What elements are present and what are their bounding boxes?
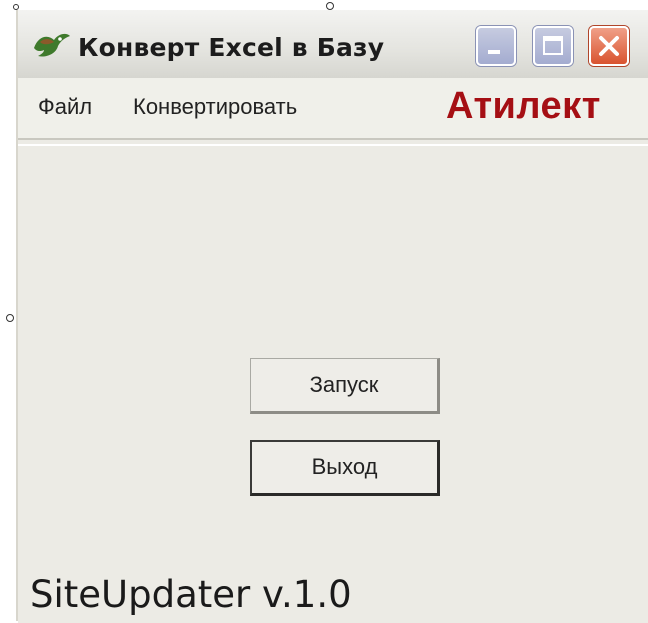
bird-app-icon: [34, 33, 70, 57]
window-title: Конверт Excel в Базу: [78, 33, 385, 62]
close-button[interactable]: [589, 26, 629, 66]
minimize-button[interactable]: [476, 26, 516, 66]
app-window: Конверт Excel в Базу Файл Конвертировать…: [16, 10, 648, 623]
title-bar[interactable]: Конверт Excel в Базу: [18, 10, 648, 78]
version-label: SiteUpdater v.1.0: [30, 573, 352, 616]
maximize-button[interactable]: [533, 26, 573, 66]
selection-handle-top[interactable]: [326, 2, 334, 10]
minimize-icon: [488, 50, 500, 54]
menu-convert[interactable]: Конвертировать: [133, 92, 297, 122]
close-icon: [599, 36, 619, 56]
client-area: Запуск Выход SiteUpdater v.1.0: [18, 144, 648, 623]
selection-handle-left[interactable]: [6, 314, 14, 322]
maximize-icon: [543, 36, 563, 55]
brand-logo-text: Атилект: [446, 85, 601, 127]
menu-bar: Файл Конвертировать Атилект: [18, 78, 648, 140]
menu-file[interactable]: Файл: [38, 92, 92, 122]
start-button[interactable]: Запуск: [250, 358, 440, 414]
exit-button[interactable]: Выход: [250, 440, 440, 496]
